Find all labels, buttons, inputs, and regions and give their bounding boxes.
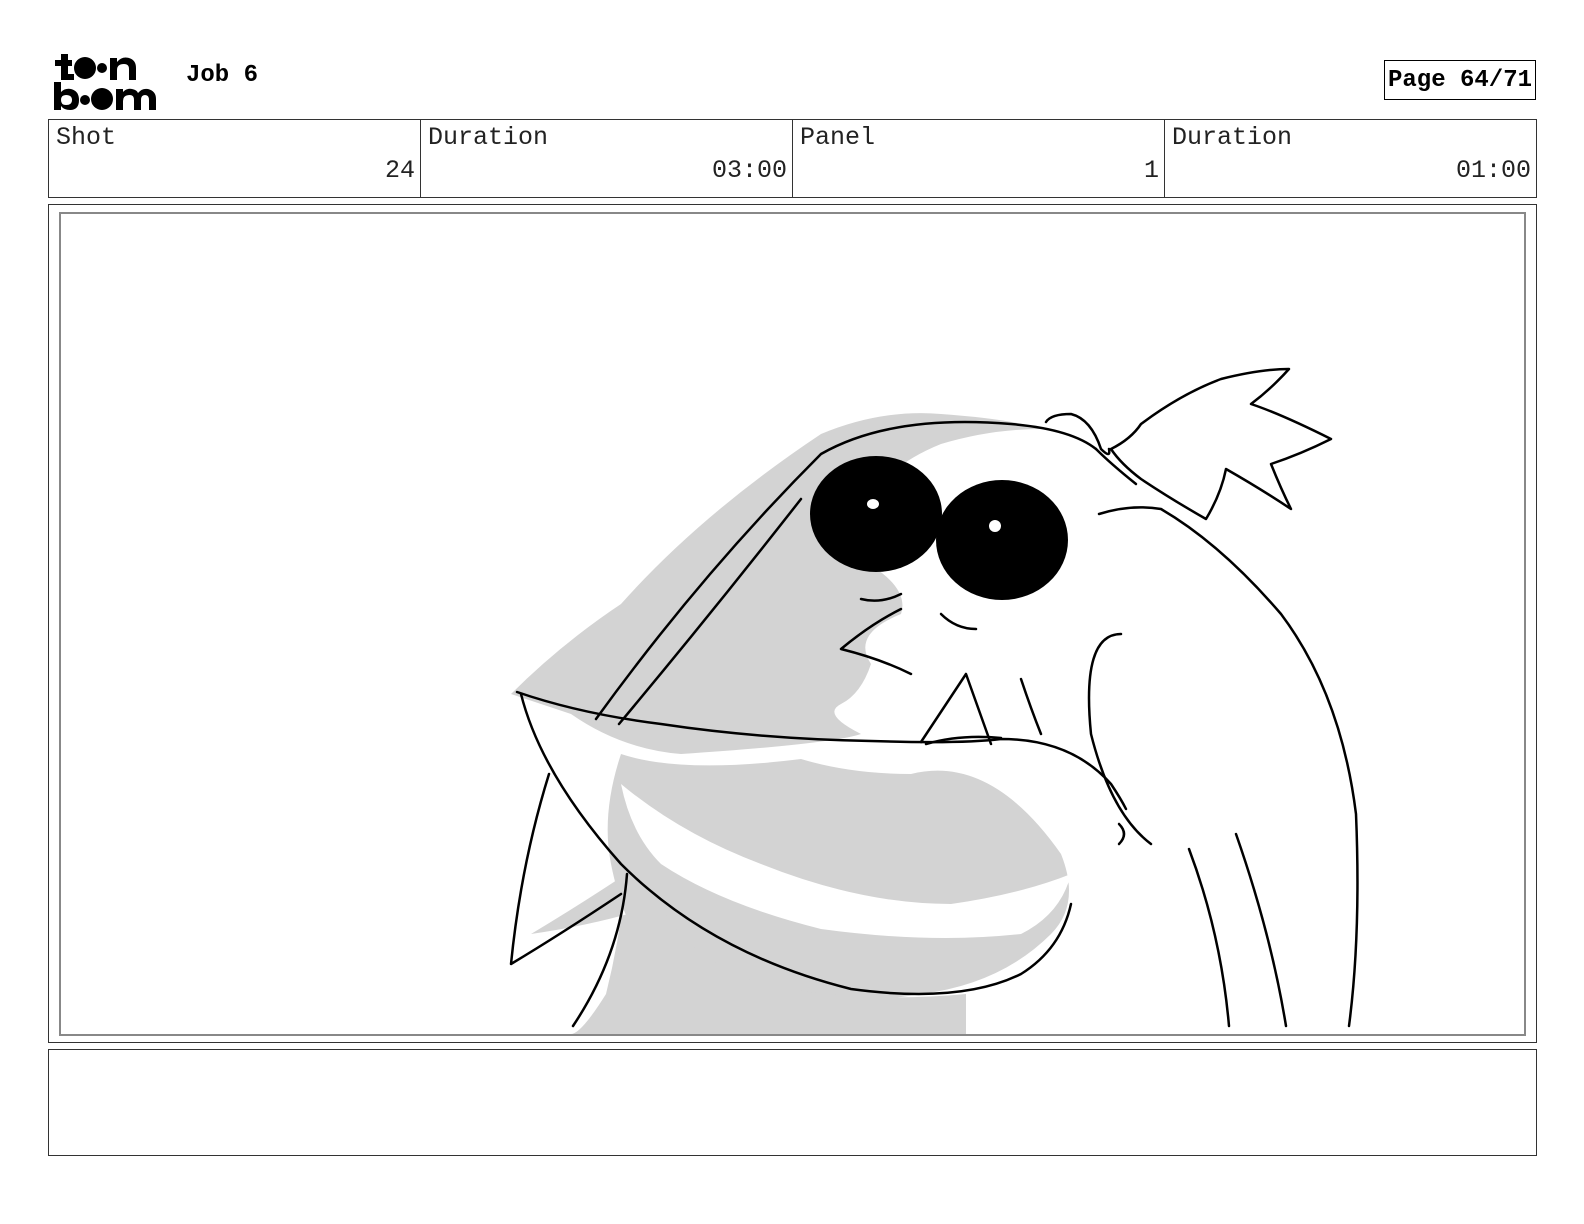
eye-left xyxy=(810,456,942,572)
panel-value: 1 xyxy=(1143,156,1159,185)
shot-label: Shot xyxy=(56,123,117,152)
page-indicator: Page 64/71 xyxy=(1384,60,1536,100)
shot-cell: Shot 24 xyxy=(49,120,421,197)
shot-duration-value: 03:00 xyxy=(711,156,787,185)
panel-label: Panel xyxy=(800,123,876,152)
panel-duration-value: 01:00 xyxy=(1455,156,1531,185)
panel-notes-box xyxy=(48,1049,1537,1156)
panel-cell: Panel 1 xyxy=(793,120,1165,197)
shark-sketch-drawing xyxy=(509,367,1359,1034)
eye-right xyxy=(936,480,1068,600)
job-title: Job 6 xyxy=(186,62,259,89)
shot-info-row: Shot 24 Duration 03:00 Panel 1 Duration … xyxy=(48,119,1537,198)
shot-duration-cell: Duration 03:00 xyxy=(421,120,793,197)
toon-boom-logo xyxy=(54,54,156,110)
panel-duration-cell: Duration 01:00 xyxy=(1165,120,1536,197)
shot-duration-label: Duration xyxy=(428,123,549,152)
panel-image xyxy=(59,212,1526,1036)
panel-duration-label: Duration xyxy=(1172,123,1293,152)
shot-value: 24 xyxy=(384,156,415,185)
